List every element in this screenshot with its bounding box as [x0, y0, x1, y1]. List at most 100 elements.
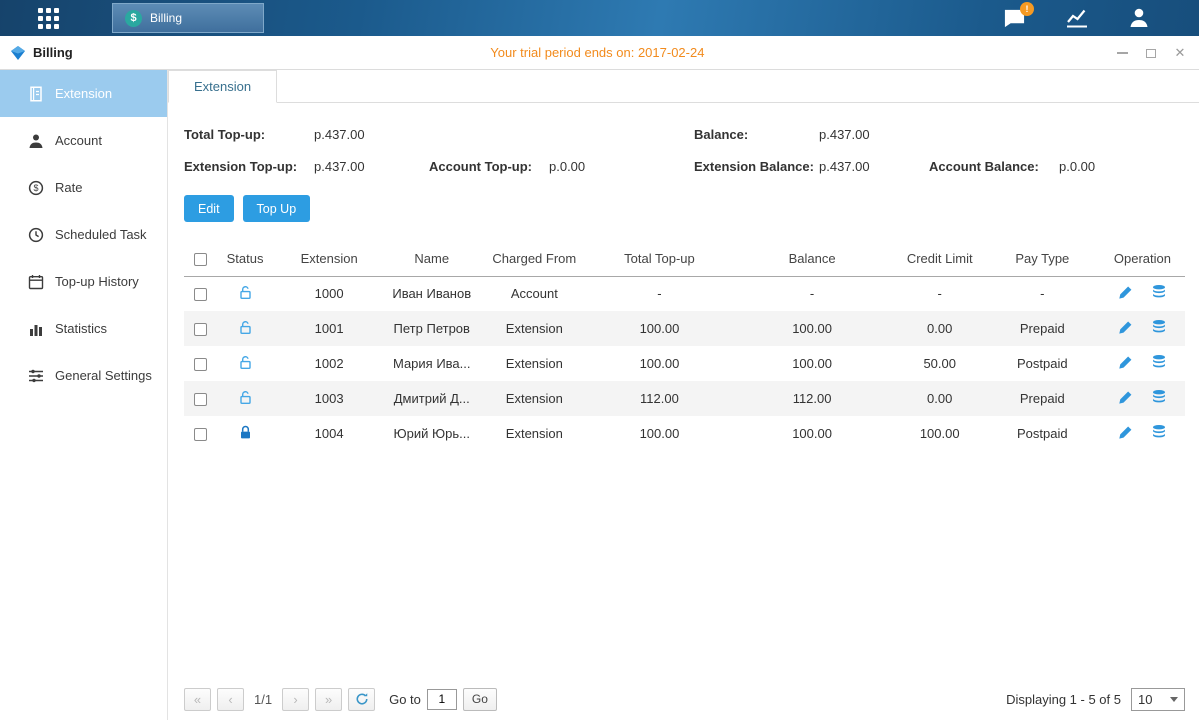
- app-launcher-icon[interactable]: [38, 8, 65, 29]
- first-page-button[interactable]: «: [184, 688, 211, 711]
- cell-name: Дмитрий Д...: [384, 381, 479, 416]
- cell-balance: 100.00: [730, 416, 895, 451]
- messages-icon[interactable]: !: [1002, 6, 1027, 30]
- goto-label: Go to: [389, 692, 421, 707]
- page-size-select[interactable]: 10: [1131, 688, 1185, 711]
- sidebar-item-statistics[interactable]: Statistics: [0, 305, 167, 352]
- goto-page-input[interactable]: [427, 689, 457, 710]
- cell-name: Иван Иванов: [384, 276, 479, 311]
- cell-charged-from: Extension: [479, 346, 589, 381]
- top-up-row-icon[interactable]: [1151, 424, 1167, 443]
- edit-row-icon[interactable]: [1118, 285, 1133, 303]
- column-operation: Operation: [1100, 242, 1185, 276]
- extension-topup-label: Extension Top-up:: [184, 159, 314, 174]
- page-size-value: 10: [1138, 692, 1152, 707]
- cell-charged-from: Account: [479, 276, 589, 311]
- account-topup-value: p.0.00: [549, 159, 694, 174]
- window-titlebar: Billing Your trial period ends on: 2017-…: [0, 36, 1199, 70]
- balance-label: Balance:: [694, 127, 819, 142]
- cell-extension: 1003: [274, 381, 384, 416]
- sidebar-item-scheduled-task[interactable]: Scheduled Task: [0, 211, 167, 258]
- cell-credit-limit: -: [895, 276, 985, 311]
- top-up-button[interactable]: Top Up: [243, 195, 311, 222]
- column-balance: Balance: [730, 242, 895, 276]
- table-row: 1004 Юрий Юрь... Extension 100.00 100.00…: [184, 416, 1185, 451]
- topup-history-icon: [28, 274, 44, 290]
- pagination-bar: « ‹ 1/1 › » Go to Go Displaying 1 - 5 of…: [184, 686, 1185, 712]
- tab-extension[interactable]: Extension: [168, 70, 277, 103]
- row-checkbox[interactable]: [194, 428, 207, 441]
- cell-total-topup: 100.00: [589, 311, 729, 346]
- cell-extension: 1002: [274, 346, 384, 381]
- table-row: 1001 Петр Петров Extension 100.00 100.00…: [184, 311, 1185, 346]
- edit-row-icon[interactable]: [1118, 320, 1133, 338]
- top-up-row-icon[interactable]: [1151, 284, 1167, 303]
- row-checkbox[interactable]: [194, 358, 207, 371]
- sidebar-item-label: Extension: [55, 86, 112, 101]
- reports-icon[interactable]: [1064, 6, 1089, 30]
- cell-total-topup: 100.00: [589, 416, 729, 451]
- sidebar-item-label: Scheduled Task: [55, 227, 147, 242]
- cell-charged-from: Extension: [479, 416, 589, 451]
- next-page-button[interactable]: ›: [282, 688, 309, 711]
- sidebar-item-rate[interactable]: $ Rate: [0, 164, 167, 211]
- cell-balance: 100.00: [730, 311, 895, 346]
- cell-balance: 112.00: [730, 381, 895, 416]
- row-checkbox[interactable]: [194, 323, 207, 336]
- billing-app-tab[interactable]: $ Billing: [112, 3, 264, 33]
- sidebar-item-topup-history[interactable]: Top-up History: [0, 258, 167, 305]
- user-icon[interactable]: [1126, 6, 1151, 30]
- extension-table: Status Extension Name Charged From Total…: [184, 242, 1185, 451]
- table-row: 1000 Иван Иванов Account - - - -: [184, 276, 1185, 311]
- cell-charged-from: Extension: [479, 311, 589, 346]
- cell-total-topup: 112.00: [589, 381, 729, 416]
- unlock-icon: [238, 320, 253, 338]
- top-up-row-icon[interactable]: [1151, 389, 1167, 408]
- sidebar-item-extension[interactable]: Extension: [0, 70, 167, 117]
- balance-summary: Total Top-up: p.437.00 Balance: p.437.00…: [184, 127, 1185, 174]
- close-button[interactable]: ✕: [1173, 46, 1187, 60]
- edit-row-icon[interactable]: [1118, 355, 1133, 373]
- extension-icon: [28, 86, 44, 102]
- refresh-button[interactable]: [348, 688, 375, 711]
- cell-pay-type: Postpaid: [985, 346, 1100, 381]
- minimize-button[interactable]: [1115, 46, 1129, 60]
- table-header-row: Status Extension Name Charged From Total…: [184, 242, 1185, 276]
- cell-name: Петр Петров: [384, 311, 479, 346]
- edit-button[interactable]: Edit: [184, 195, 234, 222]
- top-up-row-icon[interactable]: [1151, 354, 1167, 373]
- column-total-topup: Total Top-up: [589, 242, 729, 276]
- row-checkbox[interactable]: [194, 288, 207, 301]
- last-page-button[interactable]: »: [315, 688, 342, 711]
- sidebar-item-account[interactable]: Account: [0, 117, 167, 164]
- column-credit-limit: Credit Limit: [895, 242, 985, 276]
- cell-credit-limit: 50.00: [895, 346, 985, 381]
- extension-content: Total Top-up: p.437.00 Balance: p.437.00…: [168, 127, 1199, 451]
- extension-topup-value: p.437.00: [314, 159, 429, 174]
- column-name: Name: [384, 242, 479, 276]
- account-balance-value: p.0.00: [1059, 159, 1185, 174]
- cell-credit-limit: 0.00: [895, 381, 985, 416]
- cell-balance: -: [730, 276, 895, 311]
- cell-total-topup: -: [589, 276, 729, 311]
- prev-page-button[interactable]: ‹: [217, 688, 244, 711]
- go-button[interactable]: Go: [463, 688, 497, 711]
- table-row: 1002 Мария Ива... Extension 100.00 100.0…: [184, 346, 1185, 381]
- column-extension: Extension: [274, 242, 384, 276]
- cell-charged-from: Extension: [479, 381, 589, 416]
- edit-row-icon[interactable]: [1118, 425, 1133, 443]
- topbar: $ Billing !: [0, 0, 1199, 36]
- main-panel: Extension Total Top-up: p.437.00 Balance…: [168, 70, 1199, 720]
- top-up-row-icon[interactable]: [1151, 319, 1167, 338]
- statistics-icon: [28, 321, 44, 337]
- row-checkbox[interactable]: [194, 393, 207, 406]
- window-title-group: Billing: [0, 45, 73, 61]
- unlock-icon: [238, 355, 253, 373]
- edit-row-icon[interactable]: [1118, 390, 1133, 408]
- sidebar-item-general-settings[interactable]: General Settings: [0, 352, 167, 399]
- tabstrip: Extension: [168, 70, 1199, 103]
- chevron-down-icon: [1170, 697, 1178, 702]
- maximize-button[interactable]: [1144, 46, 1158, 60]
- extension-table-body: 1000 Иван Иванов Account - - - -: [184, 276, 1185, 451]
- select-all-checkbox[interactable]: [194, 253, 207, 266]
